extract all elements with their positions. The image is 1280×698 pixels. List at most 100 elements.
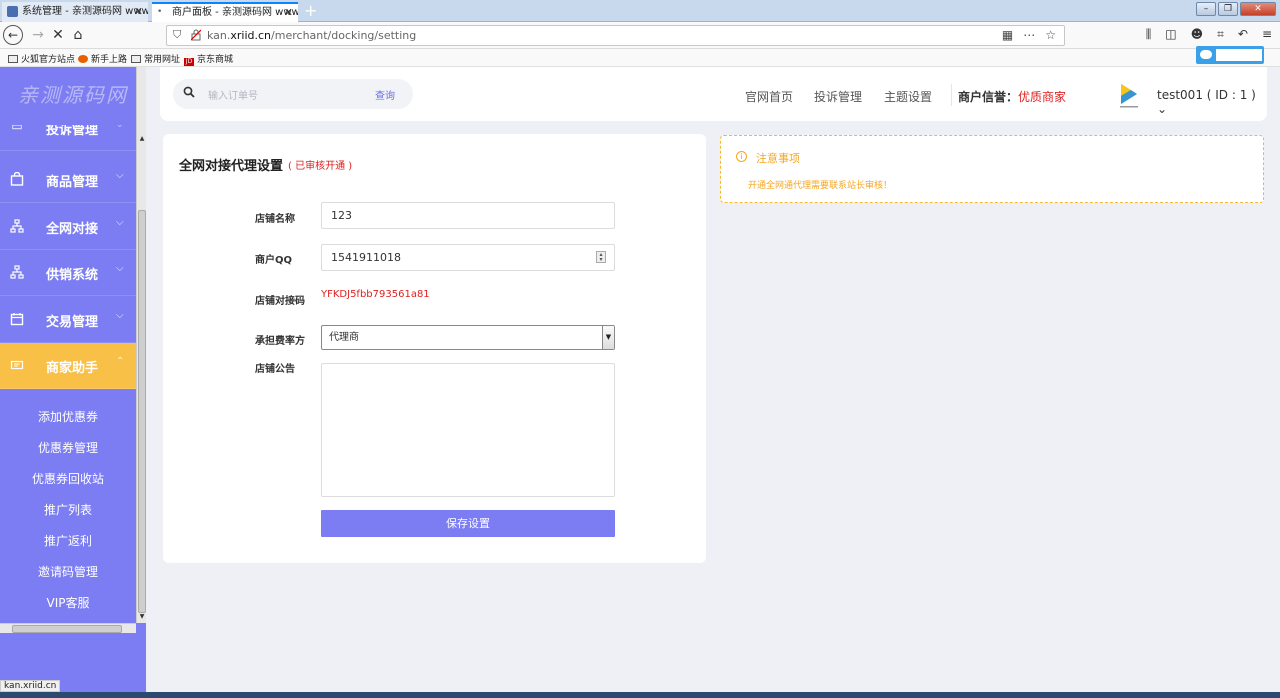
chevron-up-icon: ⌃ <box>116 356 125 367</box>
restore-icon[interactable]: ❐ <box>1218 2 1238 16</box>
qq-label: 商户QQ <box>255 255 293 266</box>
shield-icon[interactable]: ⛉ <box>173 28 181 42</box>
shop-name-field[interactable]: 123 <box>321 202 615 229</box>
home-icon[interactable]: ⌂ <box>68 25 88 45</box>
account-icon[interactable]: ☻ <box>1191 27 1204 42</box>
search-input[interactable]: 输入订单号 <box>208 87 258 102</box>
search-icon <box>183 86 195 98</box>
browser-status-bar: kan.xriid.cn <box>0 680 61 692</box>
browser-tab[interactable]: 系统管理 - 亲测源码网 www.q ✕ <box>2 2 148 22</box>
notice-title: 注意事项 <box>756 152 800 165</box>
shop-notice-textarea[interactable] <box>321 363 615 497</box>
new-tab-icon[interactable]: + <box>304 1 317 20</box>
page-title: 全网对接代理设置 <box>179 159 284 174</box>
fee-bearer-label: 承担费率方 <box>255 336 305 347</box>
bookmark-item[interactable]: 常用网址 <box>131 52 180 65</box>
sidebar-item-merchant-assistant[interactable]: 商家助手 ⌃ <box>0 343 136 389</box>
site-favicon-icon <box>7 6 18 17</box>
submenu-item-coupon-recycle[interactable]: 优惠券回收站 <box>0 464 136 495</box>
tab-dot-icon: • <box>157 7 163 17</box>
scroll-up-icon[interactable]: ▲ <box>137 135 146 142</box>
tab-close-icon[interactable]: ✕ <box>284 4 293 21</box>
status-badge: ( 已审核开通 ) <box>288 161 353 172</box>
dropdown-arrow-icon[interactable]: ▼ <box>602 326 614 349</box>
qr-code-icon[interactable]: ▦ <box>1002 28 1013 42</box>
user-menu[interactable]: test001 ( ID : 1 ) ⌄ <box>1157 88 1267 116</box>
minimize-icon[interactable]: – <box>1196 2 1216 16</box>
sidebar: 亲测源码网 ▭ 投诉管理 ⌵ 商品管理 ⌵ 全网对接 ⌵ 供销系统 ⌵ 交易管理… <box>0 67 146 692</box>
scrollbar-thumb[interactable] <box>138 210 146 613</box>
logo: 亲测源码网 <box>18 83 128 107</box>
info-icon: i <box>736 151 747 162</box>
notice-text: 开通全网通代理需要联系站长审核！ <box>748 181 893 191</box>
number-spinner-icon[interactable]: ▴ ▾ <box>596 251 606 263</box>
nav-theme[interactable]: 主题设置 <box>884 88 932 105</box>
submenu-item-invite-codes[interactable]: 邀请码管理 <box>0 557 136 588</box>
firefox-icon <box>78 55 88 63</box>
undo-icon[interactable]: ↶ <box>1238 27 1248 42</box>
url-text: kan.xriid.cn/merchant/docking/setting <box>207 29 417 42</box>
chevron-down-icon: ⌄ <box>1157 102 1168 116</box>
order-search: 输入订单号 查询 <box>173 79 413 109</box>
scroll-down-icon[interactable]: ▼ <box>137 613 146 620</box>
tab-title: 商户面板 - 亲测源码网 www.q <box>172 7 298 18</box>
sidebar-item-trades[interactable]: 交易管理 ⌵ <box>0 297 136 343</box>
complaint-icon: ▭ <box>11 125 23 133</box>
tab-close-icon[interactable]: ✕ <box>134 2 143 22</box>
sidebar-vertical-scrollbar[interactable]: ▲ ▼ <box>136 67 146 623</box>
folder-icon <box>131 55 141 63</box>
submenu-item-promo-list[interactable]: 推广列表 <box>0 495 136 526</box>
submenu-item-promo-rebate[interactable]: 推广返利 <box>0 526 136 557</box>
browser-tab-bar: 系统管理 - 亲测源码网 www.q ✕ • 商户面板 - 亲测源码网 www.… <box>0 0 1280 22</box>
window-close-icon[interactable]: ✕ <box>1240 2 1276 16</box>
stop-icon[interactable]: ✕ <box>48 25 68 45</box>
shop-name-label: 店铺名称 <box>255 214 295 225</box>
search-button[interactable]: 查询 <box>375 87 395 102</box>
back-icon[interactable]: ← <box>3 25 23 45</box>
address-bar[interactable]: ⛉ kan.xriid.cn/merchant/docking/setting … <box>166 25 1065 46</box>
top-header: 输入订单号 查询 官网首页 投诉管理 主题设置 商户信誉：优质商家 test00… <box>160 67 1267 121</box>
docking-settings-card: 全网对接代理设置 ( 已审核开通 ) 店铺名称 123 商户QQ 1541911… <box>163 134 706 563</box>
screenshot-icon[interactable]: ⌗ <box>1217 27 1224 42</box>
forward-icon[interactable]: → <box>28 25 48 45</box>
library-icon[interactable]: ⫼ <box>1146 27 1152 42</box>
submenu-item-add-coupon[interactable]: 添加优惠券 <box>0 402 136 433</box>
window-controls: – ❐ ✕ <box>1196 2 1276 16</box>
sidebar-toggle-icon[interactable]: ◫ <box>1165 27 1176 42</box>
submenu: 添加优惠券 优惠券管理 优惠券回收站 推广列表 推广返利 邀请码管理 VIP客服 <box>0 402 136 619</box>
network-icon <box>10 265 24 279</box>
bookmark-item[interactable]: 火狐官方站点 <box>8 52 75 65</box>
docking-code-value: YFKDJ5fbb793561a81 <box>321 289 430 300</box>
sidebar-item-supply[interactable]: 供销系统 ⌵ <box>0 250 136 296</box>
chevron-down-icon: ⌵ <box>116 217 124 228</box>
bag-icon <box>10 171 24 186</box>
insecure-lock-icon[interactable] <box>191 29 201 41</box>
save-button[interactable]: 保存设置 <box>321 510 615 537</box>
jd-icon: JD <box>184 58 194 66</box>
nav-complaints[interactable]: 投诉管理 <box>814 88 862 105</box>
bookmark-item[interactable]: 新手上路 <box>78 52 127 65</box>
submenu-item-coupon-manage[interactable]: 优惠券管理 <box>0 433 136 464</box>
fee-bearer-select[interactable]: 代理商 ▼ <box>321 325 615 350</box>
qq-field[interactable]: 1541911018 ▴ ▾ <box>321 244 615 271</box>
scrollbar-thumb[interactable] <box>12 625 122 633</box>
avatar[interactable] <box>1118 82 1140 108</box>
sidebar-horizontal-scrollbar[interactable] <box>0 623 136 633</box>
bookmark-star-icon[interactable]: ☆ <box>1045 28 1056 42</box>
browser-tab-active[interactable]: • 商户面板 - 亲测源码网 www.q ✕ <box>152 2 298 22</box>
sidebar-item-products[interactable]: 商品管理 ⌵ <box>0 157 136 203</box>
sidebar-item-complaints[interactable]: ▭ 投诉管理 ⌵ <box>0 125 136 151</box>
browser-nav-bar: ← → ✕ ⌂ ⛉ kan.xriid.cn/merchant/docking/… <box>0 22 1280 49</box>
cloud-sync-button[interactable] <box>1196 46 1264 64</box>
submenu-item-vip-service[interactable]: VIP客服 <box>0 588 136 619</box>
os-taskbar <box>0 692 1280 698</box>
menu-icon[interactable]: ≡ <box>1262 27 1272 42</box>
network-icon <box>10 219 24 233</box>
bookmark-item[interactable]: JD 京东商城 <box>184 52 233 66</box>
docking-code-label: 店铺对接码 <box>255 296 305 307</box>
sidebar-item-network-docking[interactable]: 全网对接 ⌵ <box>0 204 136 250</box>
more-actions-icon[interactable]: ⋯ <box>1023 28 1035 42</box>
chevron-down-icon: ⌵ <box>116 263 124 274</box>
nav-home[interactable]: 官网首页 <box>745 88 793 105</box>
bookmarks-bar: 火狐官方站点 新手上路 常用网址 JD 京东商城 <box>0 46 1280 67</box>
